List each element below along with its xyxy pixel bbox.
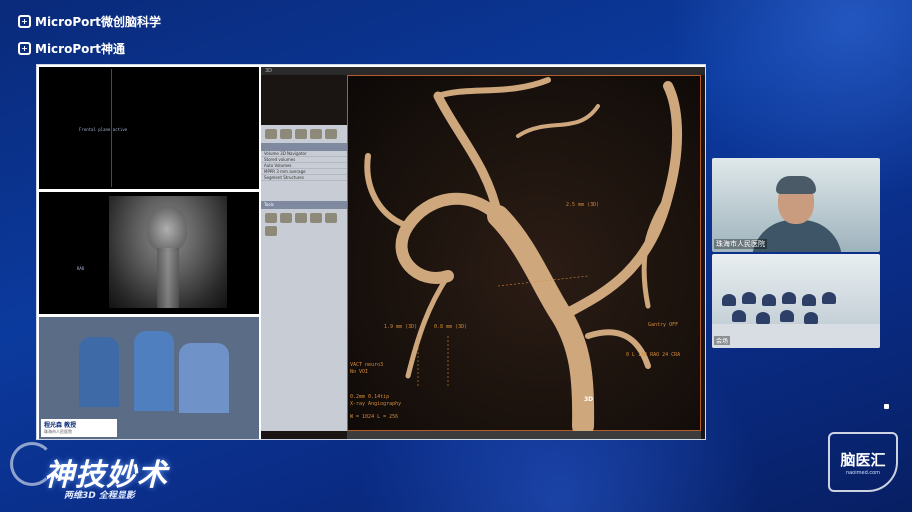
brand-microport-neuro: + MicroPort微创脑科学 [18,13,161,30]
tool-icon[interactable] [310,213,322,223]
remote-camera-doctor: 珠海市人民医院 [712,158,880,252]
overlay-text: 0 L 138 RAO 24 CRA [626,352,681,358]
vessel-branch [395,192,504,284]
tool-icon[interactable] [295,129,307,139]
camera-label: 珠海市人民医院 [714,239,767,249]
label-3d: 3D [584,396,594,403]
event-subtitle: 两维3D 全程显影 [64,491,135,501]
viewer-status-bar [347,431,701,439]
tool-icon[interactable] [325,129,337,139]
surgeon-figure [134,331,174,411]
audience-member [762,294,776,306]
overlay-text: W = 1024 L = 256 [350,414,399,420]
overlay-text: No VOI [350,369,369,375]
vessel-3d-render[interactable]: 2.5 mm (3D) 1.9 mm (3D) 0.8 mm (3D) VACT… [347,75,701,437]
tool-icon[interactable] [265,213,277,223]
pane-mid-text: RAO [77,266,85,271]
overlay-text: VACT neuro3 [350,362,384,368]
pane-top-text: Frontal plane active [79,127,128,132]
vessel-branch [585,329,651,369]
audience-member [722,294,736,306]
measurement-label: 2.5 mm (3D) [566,202,600,208]
naoyihui-badge: 脑医汇 naoimed.com [828,432,898,492]
vessels [364,77,683,437]
surgeon-caption: 程光森 教授 珠海市人民医院 [41,419,117,437]
xray-neck [157,248,179,308]
panel-header [261,143,347,151]
toolbar-icons [261,125,347,143]
tool-icon[interactable] [325,213,337,223]
vessel-render-svg [364,77,683,437]
xray-skull [147,206,187,252]
surgical-cap [776,176,816,194]
measurement-label: 0.8 mm (3D) [434,324,468,330]
audience-member [756,312,770,324]
tool-icon[interactable] [280,213,292,223]
tools-header: Tools [261,201,347,209]
badge-url: naoimed.com [845,469,881,476]
camera-label: 会场 [714,336,731,345]
vessel-branch [435,77,551,99]
surgeon-hospital: 珠海市人民医院 [44,429,72,434]
brand-line2: MicroPort神通 [35,42,126,56]
brand-microport-shentong: + MicroPort神通 [18,40,125,57]
fluoro-pane-mid: RAO [39,192,259,314]
tool-icon[interactable] [280,129,292,139]
microport-logo-icon: + [18,15,31,28]
remote-camera-audience: 会场 [712,254,880,348]
overlay-text: Gantry OFF [648,322,679,328]
operating-room-camera: 程光森 教授 珠海市人民医院 [39,317,259,439]
audience-member [782,292,796,304]
audience-member [742,292,756,304]
microport-logo-icon: + [18,42,31,55]
frame-line [111,69,112,187]
audience-member [732,310,746,322]
tool-icon[interactable] [295,213,307,223]
vessel-branch [516,104,600,138]
vessel-trunk [487,205,595,437]
vessel-branch [364,153,411,229]
desk-row [712,324,880,348]
badge-name: 脑医汇 [840,450,886,469]
tool-icon[interactable] [265,226,277,236]
overlay-text: 0.2mm 0.14tip [350,394,390,400]
overlay-text: X-ray Angiography [350,401,402,407]
brand-line1: MicroPort微创脑科学 [35,15,162,29]
surgeon-figure [79,337,119,407]
audience-member [780,310,794,322]
fluoro-pane-top: Frontal plane active [39,67,259,189]
audience-member [822,292,836,304]
panel-row[interactable]: Segment Structures [261,175,347,181]
audience-member [804,312,818,324]
tool-icon[interactable] [310,129,322,139]
decorative-dot [884,404,889,409]
surgeon-name: 程光森 教授 [44,422,77,429]
shared-screen: Frontal plane active RAO 程光森 教授 珠海市人民医院 … [36,64,706,440]
measurement-label: 1.9 mm (3D) [384,324,418,330]
audience-member [802,294,816,306]
3d-viewer: 3D Volume 3D Navigator Stored volumes Au… [261,67,705,439]
tools-icons [261,209,347,240]
surgeon-figure [179,343,229,413]
xray-image [109,196,227,308]
viewer-side-panel: Volume 3D Navigator Stored volumes Auto … [261,125,347,431]
tool-icon[interactable] [265,129,277,139]
viewer-title-bar: 3D [261,67,705,75]
